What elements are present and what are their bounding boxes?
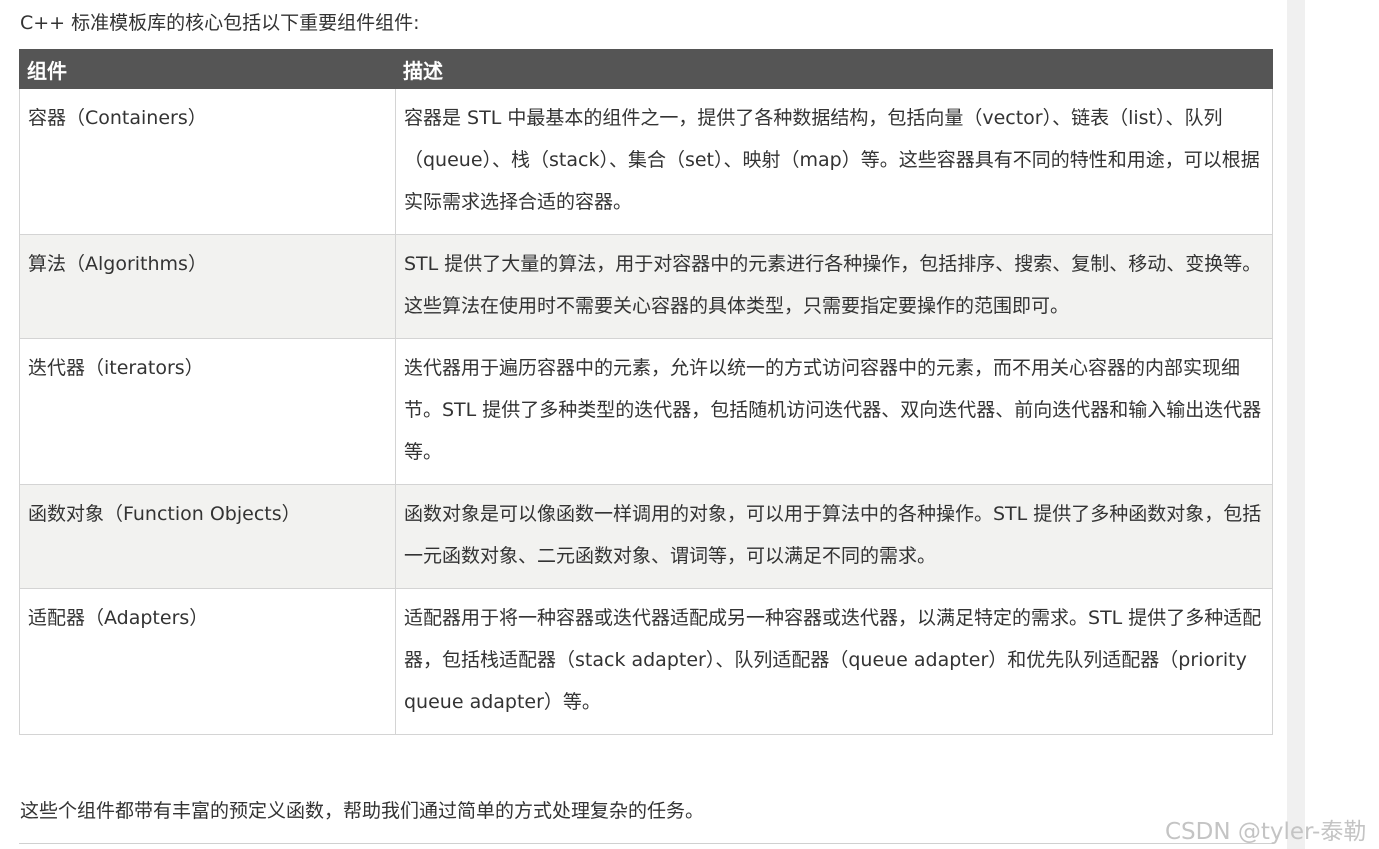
csdn-watermark: CSDN @tyler-泰勒 — [1165, 819, 1367, 845]
table-row: 容器（Containers） 容器是 STL 中最基本的组件之一，提供了各种数据… — [19, 88, 1273, 235]
components-table: 组件 描述 容器（Containers） 容器是 STL 中最基本的组件之一，提… — [19, 49, 1273, 735]
outro-paragraph: 这些个组件都带有丰富的预定义函数，帮助我们通过简单的方式处理复杂的任务。 — [20, 800, 705, 822]
component-description-cell: 迭代器用于遍历容器中的元素，允许以统一的方式访问容器中的元素，而不用关心容器的内… — [395, 338, 1273, 485]
component-name-cell: 函数对象（Function Objects） — [19, 484, 396, 589]
table-header-row: 组件 描述 — [19, 49, 1273, 89]
table-row: 函数对象（Function Objects） 函数对象是可以像函数一样调用的对象… — [19, 484, 1273, 589]
component-description-cell: STL 提供了大量的算法，用于对容器中的元素进行各种操作，包括排序、搜索、复制、… — [395, 234, 1273, 339]
intro-paragraph: C++ 标准模板库的核心包括以下重要组件组件: — [20, 12, 420, 34]
table-row: 迭代器（iterators） 迭代器用于遍历容器中的元素，允许以统一的方式访问容… — [19, 338, 1273, 485]
component-name-cell: 算法（Algorithms） — [19, 234, 396, 339]
component-description-cell: 容器是 STL 中最基本的组件之一，提供了各种数据结构，包括向量（vector）… — [395, 88, 1273, 235]
table-row: 适配器（Adapters） 适配器用于将一种容器或迭代器适配成另一种容器或迭代器… — [19, 588, 1273, 735]
component-name-cell: 容器（Containers） — [19, 88, 396, 235]
page-side-gutter — [1287, 0, 1305, 849]
table-row: 算法（Algorithms） STL 提供了大量的算法，用于对容器中的元素进行各… — [19, 234, 1273, 339]
column-header-description: 描述 — [395, 49, 1273, 89]
component-name-cell: 适配器（Adapters） — [19, 588, 396, 735]
column-header-component: 组件 — [19, 49, 396, 89]
component-description-cell: 函数对象是可以像函数一样调用的对象，可以用于算法中的各种操作。STL 提供了多种… — [395, 484, 1273, 589]
component-name-cell: 迭代器（iterators） — [19, 338, 396, 485]
component-description-cell: 适配器用于将一种容器或迭代器适配成另一种容器或迭代器，以满足特定的需求。STL … — [395, 588, 1273, 735]
section-divider — [19, 843, 1272, 844]
